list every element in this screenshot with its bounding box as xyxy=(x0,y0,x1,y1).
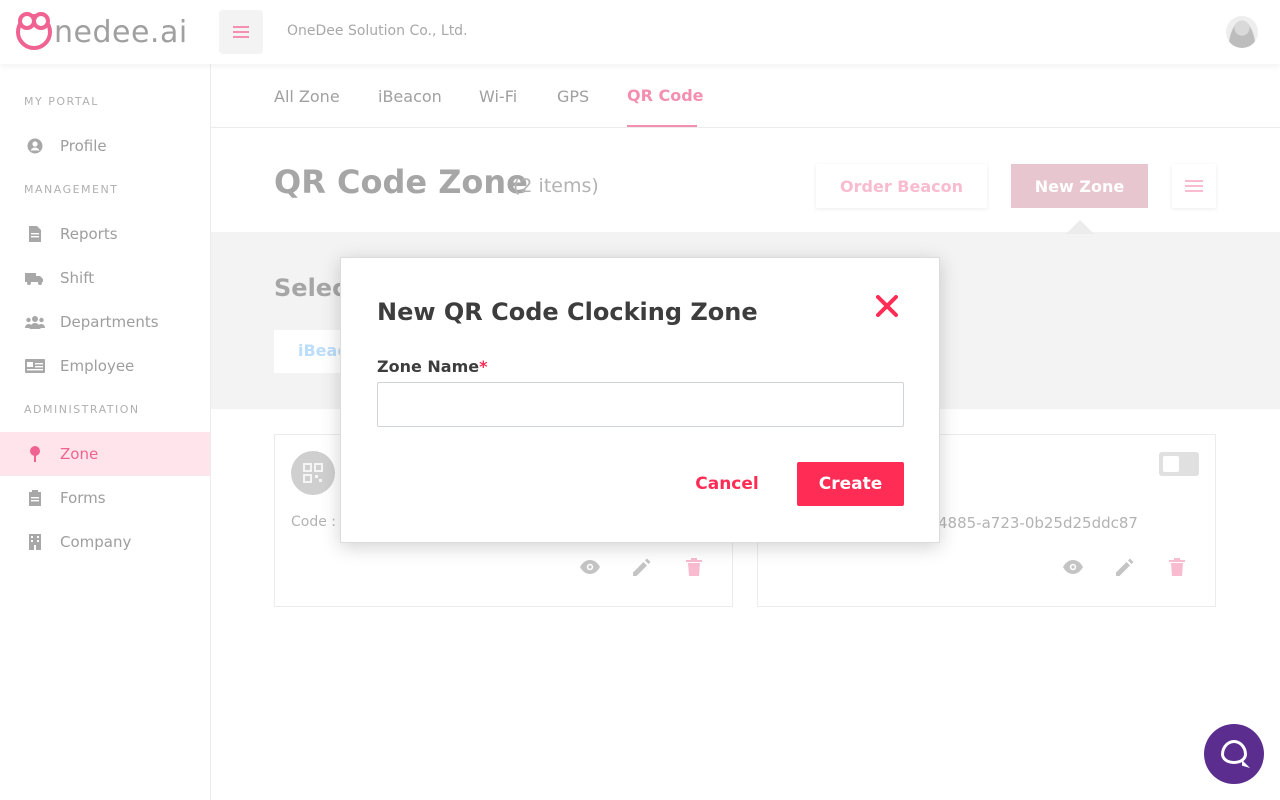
truck-clock-icon xyxy=(25,270,45,286)
close-icon[interactable] xyxy=(873,294,901,322)
delete-icon[interactable] xyxy=(1167,557,1187,577)
sidebar-item-label: Departments xyxy=(60,313,159,331)
sidebar-section-management: MANAGEMENT xyxy=(24,183,119,196)
logo-text: nedee.ai xyxy=(54,14,188,50)
sidebar-item-label: Company xyxy=(60,533,132,551)
company-name: OneDee Solution Co., Ltd. xyxy=(287,23,468,39)
tab-ibeacon[interactable]: iBeacon xyxy=(378,87,442,106)
sidebar-item-shift[interactable]: Shift xyxy=(0,256,210,300)
create-button[interactable]: Create xyxy=(797,462,904,506)
chat-launcher-button[interactable] xyxy=(1204,724,1264,784)
sidebar-item-label: Profile xyxy=(60,137,107,155)
sidebar-item-label: Reports xyxy=(60,225,118,243)
edit-icon[interactable] xyxy=(632,557,652,577)
cancel-button[interactable]: Cancel xyxy=(677,462,777,506)
list-view-button[interactable] xyxy=(1172,164,1216,208)
sidebar-section-my-portal: MY PORTAL xyxy=(24,95,99,108)
id-card-icon xyxy=(25,359,45,373)
tab-all-zone[interactable]: All Zone xyxy=(274,87,340,106)
sidebar-item-label: Employee xyxy=(60,357,135,375)
page-title: QR Code Zone xyxy=(274,163,528,201)
view-icon[interactable] xyxy=(1063,557,1083,577)
popover-arrow xyxy=(1066,220,1094,234)
sidebar-item-label: Forms xyxy=(60,489,106,507)
chat-icon xyxy=(1221,740,1247,764)
qr-code-icon xyxy=(291,451,335,495)
modal-title: New QR Code Clocking Zone xyxy=(377,298,758,326)
edit-icon[interactable] xyxy=(1115,557,1135,577)
tab-gps[interactable]: GPS xyxy=(557,87,589,106)
item-count: (2 items) xyxy=(513,175,599,197)
zone-active-toggle[interactable] xyxy=(1159,452,1199,476)
new-zone-modal: New QR Code Clocking Zone Zone Name* Can… xyxy=(340,257,940,543)
top-bar: nedee.ai OneDee Solution Co., Ltd. xyxy=(0,0,1280,64)
logo-mark-icon xyxy=(16,12,52,50)
zone-code-label: Code : xyxy=(291,514,337,530)
order-beacon-button[interactable]: Order Beacon xyxy=(816,164,987,208)
required-asterisk: * xyxy=(479,357,488,376)
zone-name-input[interactable] xyxy=(377,382,904,427)
menu-toggle-button[interactable] xyxy=(219,10,263,54)
sidebar-item-departments[interactable]: Departments xyxy=(0,300,210,344)
sidebar-item-zone[interactable]: Zone xyxy=(0,432,210,476)
clipboard-icon xyxy=(25,490,45,506)
logo[interactable]: nedee.ai xyxy=(16,12,188,50)
zone-tabs: All Zone iBeacon Wi-Fi GPS QR Code xyxy=(211,64,1280,128)
sidebar-item-profile[interactable]: Profile xyxy=(0,124,210,168)
sidebar-section-administration: ADMINISTRATION xyxy=(24,403,140,416)
sidebar-item-employee[interactable]: Employee xyxy=(0,344,210,388)
sidebar: MY PORTAL Profile MANAGEMENT Reports Shi… xyxy=(0,64,211,800)
map-pin-icon xyxy=(25,446,45,462)
sidebar-item-company[interactable]: Company xyxy=(0,520,210,564)
user-avatar[interactable] xyxy=(1226,16,1258,48)
hamburger-icon xyxy=(233,26,249,28)
zone-code-value: 4885-a723-0b25d25ddc87 xyxy=(938,514,1138,532)
sidebar-item-forms[interactable]: Forms xyxy=(0,476,210,520)
sidebar-item-label: Zone xyxy=(60,445,99,463)
tab-qr-code[interactable]: QR Code xyxy=(627,86,704,105)
zone-name-label-text: Zone Name xyxy=(377,357,480,376)
users-icon xyxy=(25,315,45,329)
user-circle-icon xyxy=(25,138,45,154)
new-zone-button[interactable]: New Zone xyxy=(1011,164,1148,208)
card-actions xyxy=(580,557,704,577)
sidebar-item-label: Shift xyxy=(60,269,95,287)
zone-name-label: Zone Name* xyxy=(377,357,488,376)
tab-active-indicator xyxy=(627,125,697,127)
delete-icon[interactable] xyxy=(684,557,704,577)
sidebar-item-reports[interactable]: Reports xyxy=(0,212,210,256)
card-actions xyxy=(1063,557,1187,577)
document-icon xyxy=(25,226,45,242)
list-icon xyxy=(1185,180,1203,182)
tab-wifi[interactable]: Wi-Fi xyxy=(479,87,517,106)
view-icon[interactable] xyxy=(580,557,600,577)
building-icon xyxy=(25,534,45,550)
